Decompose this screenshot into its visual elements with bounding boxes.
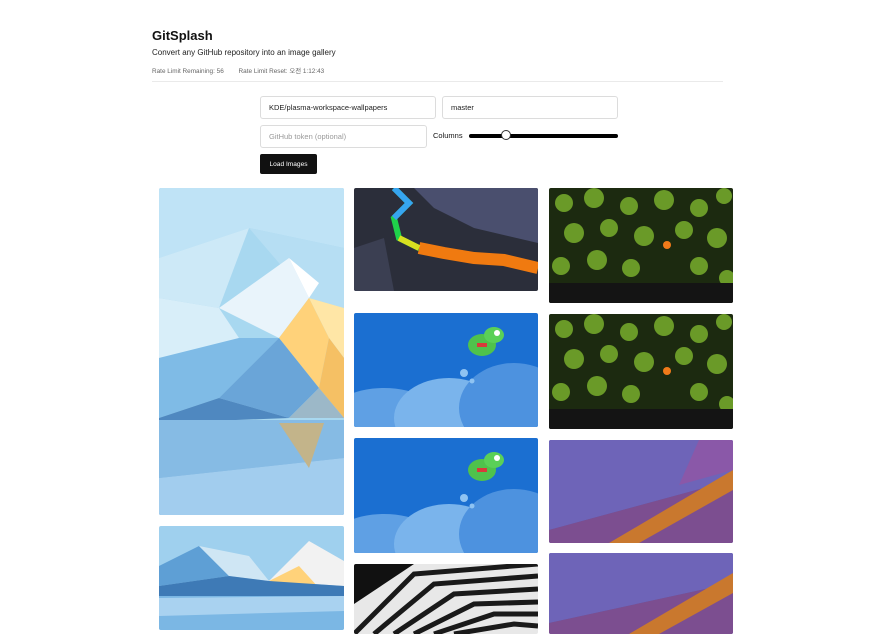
gallery-image[interactable] <box>354 313 538 427</box>
geometric-wallpaper-image <box>549 440 733 543</box>
spiky-plants-wallpaper-image <box>549 314 733 429</box>
mountain-lake-wallpaper-image <box>159 526 344 630</box>
dragon-bubbles-wallpaper-image <box>354 313 538 427</box>
gallery-image[interactable] <box>549 553 733 634</box>
app-subtitle: Convert any GitHub repository into an im… <box>152 48 336 57</box>
columns-slider[interactable] <box>469 130 618 141</box>
header-divider <box>152 81 723 82</box>
lattice-wallpaper-image <box>354 564 538 634</box>
branch-input[interactable]: master <box>442 96 618 119</box>
gallery-image[interactable] <box>549 314 733 429</box>
github-token-input[interactable]: GitHub token (optional) <box>260 125 427 148</box>
spiky-plants-wallpaper-image <box>549 188 733 303</box>
gallery-image[interactable] <box>159 526 344 630</box>
columns-label: Columns <box>433 131 463 140</box>
rate-limit-remaining: Rate Limit Remaining: 56 <box>152 68 224 75</box>
mountain-lake-wallpaper-image <box>159 188 344 515</box>
gallery-image[interactable] <box>354 438 538 553</box>
rate-limit-info: Rate Limit Remaining: 56 Rate Limit Rese… <box>152 66 324 75</box>
columns-slider-thumb[interactable] <box>500 130 511 140</box>
load-images-button[interactable]: Load Images <box>260 154 317 174</box>
rate-limit-reset: Rate Limit Reset: 오전 1:12:43 <box>238 68 325 75</box>
gallery-image[interactable] <box>354 188 538 291</box>
repository-input[interactable]: KDE/plasma-workspace-wallpapers <box>260 96 436 119</box>
gallery-image[interactable] <box>159 188 344 515</box>
dragon-bubbles-wallpaper-image <box>354 438 538 553</box>
columns-slider-track <box>469 134 618 138</box>
gallery-image[interactable] <box>549 188 733 303</box>
app-title: GitSplash <box>152 28 213 43</box>
geometric-wallpaper-image <box>549 553 733 634</box>
hexagon-path-wallpaper-image <box>354 188 538 291</box>
gallery-image[interactable] <box>354 564 538 634</box>
gallery-image[interactable] <box>549 440 733 543</box>
